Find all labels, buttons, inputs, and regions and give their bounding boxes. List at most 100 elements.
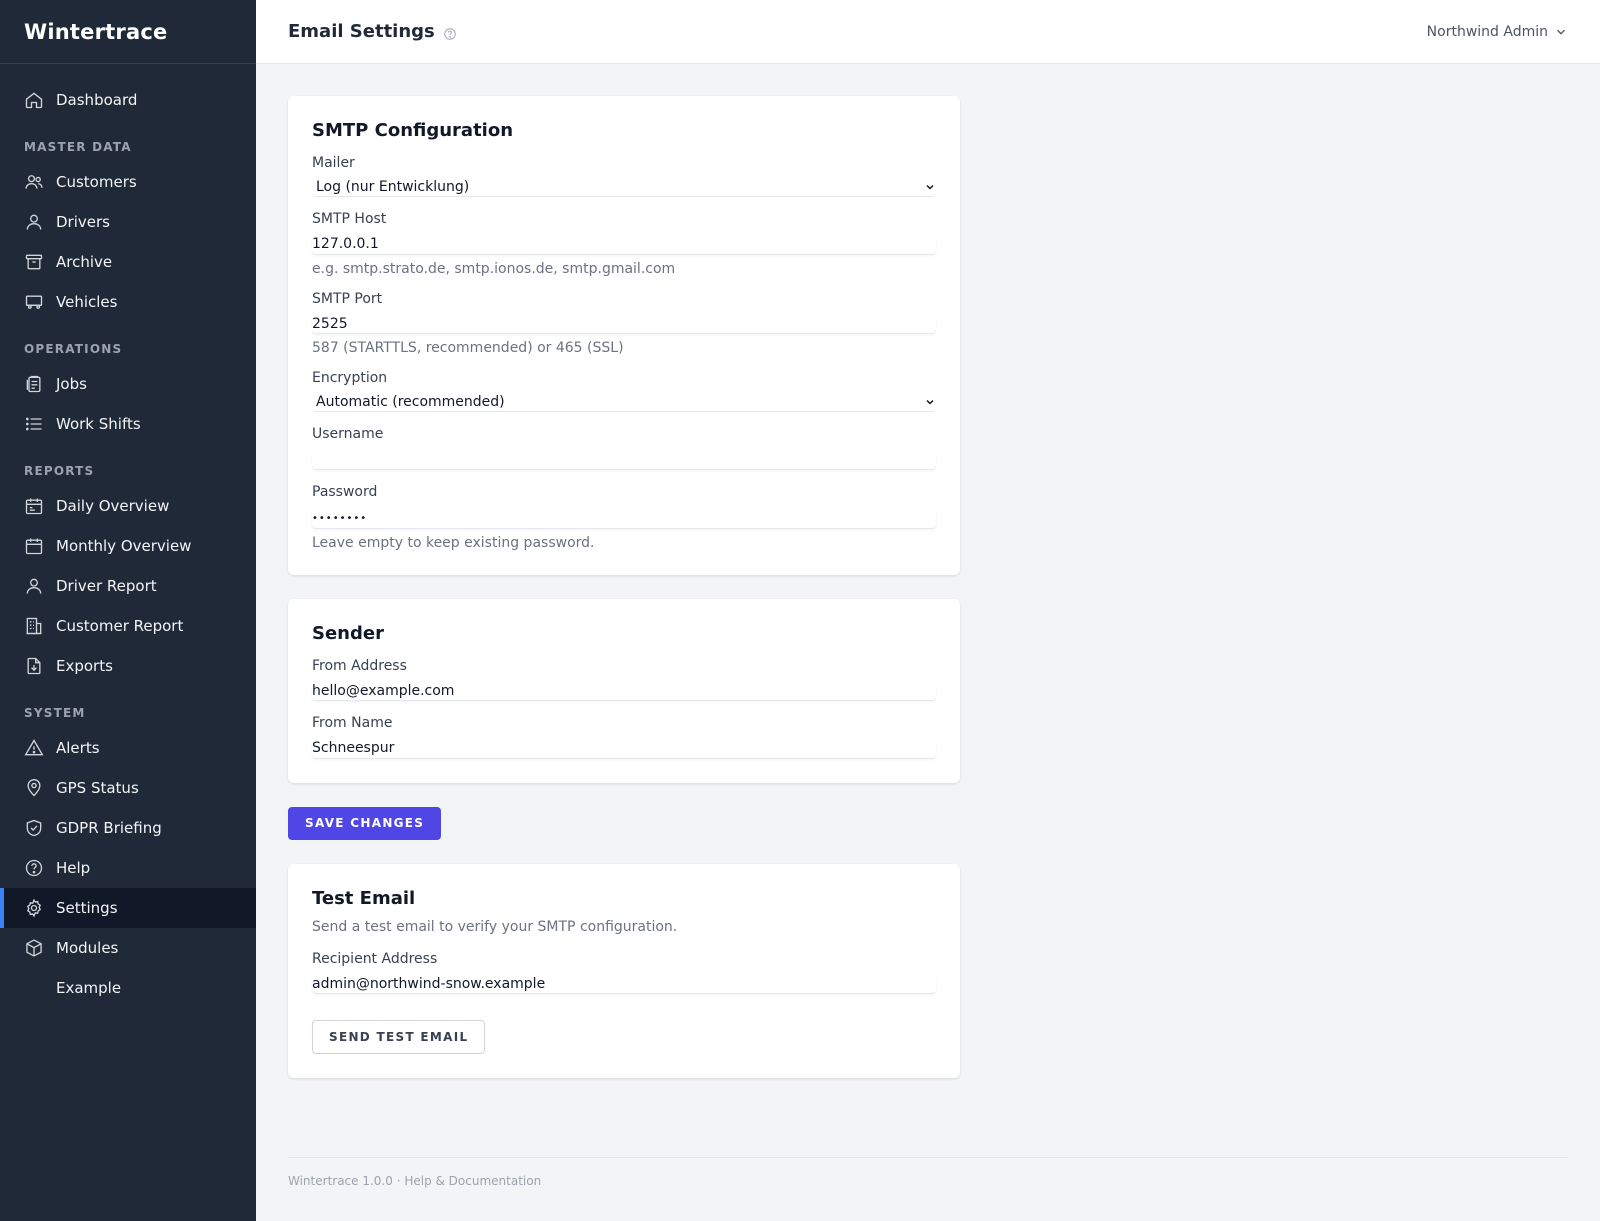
sidebar-item-label: Customer Report [56,617,184,635]
sidebar-item-customers[interactable]: Customers [0,162,256,202]
test-email-card-title: Test Email [312,887,416,909]
shield-check-icon [24,818,44,838]
sidebar-item-label: Drivers [56,213,110,231]
smtp-host-field: SMTP Host e.g. smtp.strato.de, smtp.iono… [312,211,936,277]
encryption-field: Encryption Automatic (recommended) [312,370,936,412]
test-email-description: Send a test email to verify your SMTP co… [312,918,678,935]
truck-icon [24,292,44,312]
sidebar-item-archive[interactable]: Archive [0,242,256,282]
send-test-email-button[interactable]: SEND TEST EMAIL [312,1020,486,1054]
sidebar-item-gdpr-briefing[interactable]: GDPR Briefing [0,808,256,848]
sidebar-item-label: GPS Status [56,779,139,797]
main-content: SMTP Configuration Mailer Log (nur Entwi… [288,96,960,1102]
username-field: Username [312,426,936,470]
user-menu[interactable]: Northwind Admin [1427,24,1568,40]
top-header: Email Settings Northwind Admin [256,0,1600,64]
users-icon [24,172,44,192]
sender-card: Sender From Address From Name [288,598,960,783]
from-name-input[interactable] [312,738,936,759]
sidebar-item-help[interactable]: Help [0,848,256,888]
sidebar-item-jobs[interactable]: Jobs [0,364,256,404]
sidebar-item-label: Driver Report [56,577,157,595]
sidebar-item-customer-report[interactable]: Customer Report [0,606,256,646]
sidebar-item-dashboard[interactable]: Dashboard [0,80,256,120]
chevron-down-icon [1557,29,1565,35]
list-icon [24,414,44,434]
calendar-icon [24,536,44,556]
smtp-port-field: SMTP Port 587 (STARTTLS, recommended) or… [312,291,936,356]
username-label: Username [312,426,384,442]
sidebar-item-alerts[interactable]: Alerts [0,728,256,768]
file-download-icon [24,656,44,676]
sidebar-item-daily-overview[interactable]: Daily Overview [0,486,256,526]
footer-text[interactable]: Wintertrace 1.0.0 · Help & Documentation [288,1174,541,1188]
password-field: Password Leave empty to keep existing pa… [312,484,936,551]
app-logo[interactable]: Wintertrace [0,0,256,64]
page-title-text: Email Settings [288,21,435,42]
calendar-day-icon [24,496,44,516]
username-input[interactable] [312,449,936,470]
recipient-field: Recipient Address [312,950,936,994]
smtp-host-label: SMTP Host [312,211,387,227]
sidebar-item-example[interactable]: Example [0,968,256,1008]
smtp-port-input[interactable] [312,314,936,334]
sidebar-item-label: Daily Overview [56,497,170,515]
sidebar-item-vehicles[interactable]: Vehicles [0,282,256,322]
warning-icon [24,738,44,758]
sidebar-item-label: Exports [56,657,113,675]
sidebar-item-label: Alerts [56,739,100,757]
help-circle-icon[interactable] [443,25,457,40]
smtp-configuration-card: SMTP Configuration Mailer Log (nur Entwi… [288,96,960,575]
from-name-field: From Name [312,715,936,759]
sidebar-item-monthly-overview[interactable]: Monthly Overview [0,526,256,566]
cube-icon [24,938,44,958]
password-hint: Leave empty to keep existing password. [312,534,595,551]
mailer-selected-value: Log (nur Entwicklung) [316,178,470,195]
section-label-operations: OPERATIONS [24,342,123,356]
recipient-label: Recipient Address [312,950,438,967]
sidebar-item-label: Vehicles [56,293,118,311]
map-pin-icon [24,778,44,798]
section-label-system: SYSTEM [24,706,86,720]
sidebar-item-label: Help [56,859,91,877]
help-icon [24,858,44,878]
from-address-label: From Address [312,657,407,674]
mailer-label: Mailer [312,155,355,171]
save-changes-button[interactable]: SAVE CHANGES [288,806,442,840]
sidebar-item-drivers[interactable]: Drivers [0,202,256,242]
building-icon [24,616,44,636]
mailer-field: Mailer Log (nur Entwicklung) [312,155,936,197]
section-label-reports: REPORTS [24,464,95,478]
encryption-select[interactable]: Automatic (recommended) [312,392,936,412]
sidebar-item-driver-report[interactable]: Driver Report [0,566,256,606]
sidebar-item-label: Settings [56,899,118,917]
password-input[interactable] [312,508,936,529]
encryption-selected-value: Automatic (recommended) [316,393,505,410]
mailer-select[interactable]: Log (nur Entwicklung) [312,177,936,197]
encryption-label: Encryption [312,370,388,386]
sidebar-item-label: Modules [56,939,119,957]
chevron-down-icon [926,399,934,405]
sidebar-nav: Dashboard MASTER DATA Customers Drivers … [0,64,256,1008]
sidebar-item-label: GDPR Briefing [56,819,162,837]
user-name: Northwind Admin [1426,23,1548,40]
smtp-host-input[interactable] [312,234,936,255]
recipient-input[interactable] [312,974,936,994]
smtp-card-title: SMTP Configuration [312,120,514,141]
gear-icon [24,898,44,918]
section-label-master-data: MASTER DATA [24,140,132,154]
home-icon [24,90,44,110]
from-address-input[interactable] [312,681,936,701]
from-name-label: From Name [312,715,393,731]
smtp-host-hint: e.g. smtp.strato.de, smtp.ionos.de, smtp… [312,260,676,277]
footer: Wintertrace 1.0.0 · Help & Documentation [288,1157,1568,1188]
sidebar-item-exports[interactable]: Exports [0,646,256,686]
smtp-port-hint: 587 (STARTTLS, recommended) or 465 (SSL) [312,340,624,356]
sidebar-item-settings[interactable]: Settings [0,888,256,928]
sidebar-item-work-shifts[interactable]: Work Shifts [0,404,256,444]
sidebar-item-modules[interactable]: Modules [0,928,256,968]
sidebar-item-label: Work Shifts [56,415,141,433]
sidebar-item-label: Archive [56,253,113,271]
sidebar-item-gps-status[interactable]: GPS Status [0,768,256,808]
sidebar-item-label: Example [56,979,122,997]
